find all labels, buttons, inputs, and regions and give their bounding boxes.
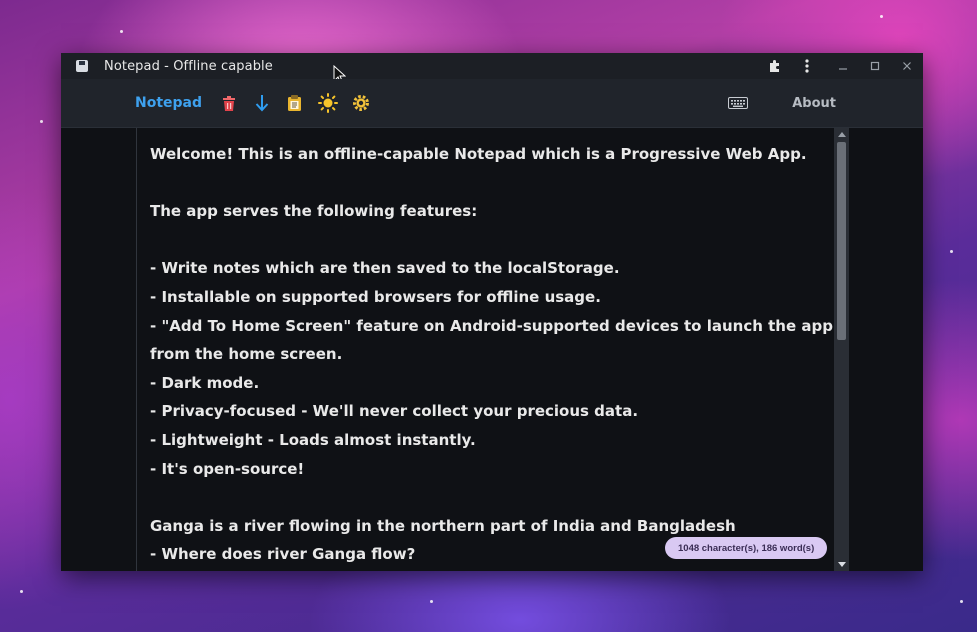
wallpaper-star (960, 600, 963, 603)
editor-scrollbar[interactable] (834, 128, 849, 571)
note-line (137, 169, 833, 198)
note-content-area: Welcome! This is an offline-capable Note… (61, 128, 923, 571)
note-line (137, 226, 833, 255)
wallpaper-star (880, 15, 883, 18)
note-editor-textarea[interactable]: Welcome! This is an offline-capable Note… (136, 128, 835, 571)
keyboard-icon[interactable] (721, 88, 754, 118)
note-line: - Dark mode. (150, 373, 260, 392)
note-line (137, 483, 833, 512)
extensions-puzzle-icon[interactable] (759, 53, 791, 79)
clipboard-icon[interactable] (278, 88, 311, 118)
notepad-favicon-icon (76, 60, 88, 72)
close-icon[interactable] (891, 53, 923, 79)
scroll-up-arrow-icon[interactable] (838, 132, 846, 137)
maximize-icon[interactable] (859, 53, 891, 79)
brand-link[interactable]: Notepad (135, 95, 202, 111)
wallpaper-star (430, 600, 433, 603)
wallpaper-star (40, 120, 43, 123)
note-line: - Write notes which are then saved to th… (150, 259, 620, 278)
scroll-thumb[interactable] (837, 142, 846, 340)
theme-sun-icon[interactable] (311, 88, 344, 118)
note-line: The app serves the following features: (150, 202, 478, 221)
note-line: - "Add To Home Screen" feature on Androi… (150, 316, 833, 335)
app-window: Notepad - Offline capable Notepad About … (61, 53, 923, 571)
scroll-down-arrow-icon[interactable] (838, 562, 846, 567)
window-titlebar[interactable]: Notepad - Offline capable (61, 53, 923, 85)
minimize-icon[interactable] (827, 53, 859, 79)
note-text: Welcome! This is an offline-capable Note… (137, 140, 833, 569)
note-line: from the home screen. (150, 345, 343, 364)
wallpaper-star (120, 30, 123, 33)
note-line: - Installable on supported browsers for … (150, 287, 601, 306)
app-navbar: Notepad About (61, 79, 923, 128)
character-word-count-badge: 1048 character(s), 186 word(s) (665, 537, 828, 559)
note-line: Welcome! This is an offline-capable Note… (150, 145, 807, 163)
delete-icon[interactable] (212, 88, 245, 118)
note-line: - It's open-source! (150, 459, 305, 478)
more-options-icon[interactable] (791, 53, 823, 79)
note-line: - Lightweight - Loads almost instantly. (150, 430, 476, 449)
window-title: Notepad - Offline capable (104, 58, 273, 74)
about-link[interactable]: About (792, 96, 836, 111)
download-icon[interactable] (245, 88, 278, 118)
note-line: - Privacy-focused - We'll never collect … (150, 402, 639, 421)
settings-gear-icon[interactable] (344, 88, 377, 118)
wallpaper-star (20, 590, 23, 593)
wallpaper-star (950, 250, 953, 253)
